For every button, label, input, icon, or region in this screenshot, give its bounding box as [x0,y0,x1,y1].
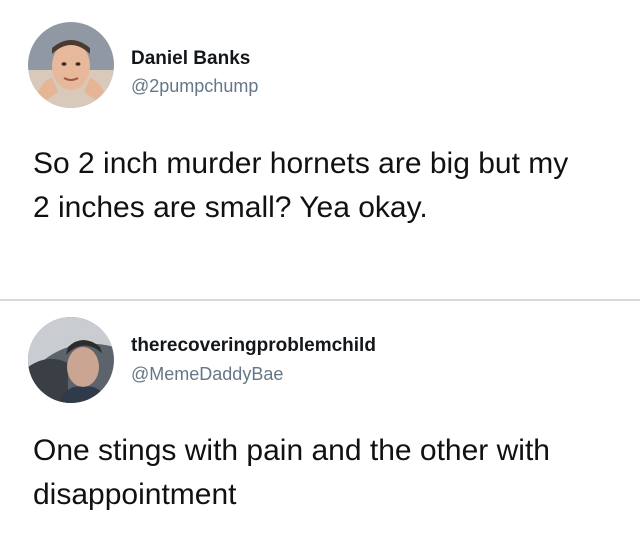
profile-photo-icon [28,317,114,403]
author-handle[interactable]: @2pumpchump [131,76,258,97]
tweet-card: therecoveringproblemchild @MemeDaddyBae … [0,301,640,546]
tweet-card: Daniel Banks @2pumpchump So 2 inch murde… [0,0,640,299]
author-name[interactable]: therecoveringproblemchild [131,335,376,357]
tweet-text: One stings with pain and the other with … [33,434,550,511]
avatar[interactable] [28,22,114,108]
author-name[interactable]: Daniel Banks [131,48,250,70]
author-handle[interactable]: @MemeDaddyBae [131,364,283,385]
avatar[interactable] [28,317,114,403]
tweet-text: So 2 inch murder hornets are big but my … [33,147,569,224]
profile-photo-icon [28,22,114,108]
